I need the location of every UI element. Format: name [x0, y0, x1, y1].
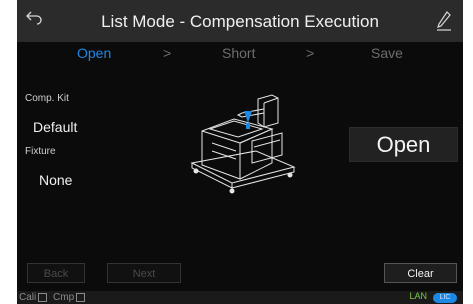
status-bar: Cali Cmp LAN LIC	[17, 291, 463, 304]
fixture-label: Fixture	[25, 146, 56, 157]
back-button[interactable]: Back	[27, 263, 85, 283]
step-open: Open	[77, 45, 112, 61]
page-title: List Mode - Compensation Execution	[101, 12, 379, 31]
step-separator: >	[306, 45, 315, 61]
fixture-device-icon	[190, 94, 296, 194]
fixture-value[interactable]: None	[39, 172, 72, 188]
cmp-label: Cmp	[53, 292, 75, 303]
license-badge: LIC	[433, 293, 457, 303]
clear-button[interactable]: Clear	[384, 263, 457, 283]
step-separator: >	[163, 45, 172, 61]
lan-status: LAN	[409, 291, 427, 301]
status-checkboxes: Cali Cmp	[19, 292, 88, 303]
step-short: Short	[222, 45, 256, 61]
next-button[interactable]: Next	[107, 263, 181, 283]
comp-kit-label: Comp. Kit	[25, 93, 69, 104]
step-indicator: Open > Short > Save	[17, 42, 463, 66]
pen-icon[interactable]	[435, 10, 453, 32]
cali-checkbox[interactable]	[38, 292, 48, 302]
cali-label: Cali	[19, 292, 37, 303]
open-button[interactable]: Open	[349, 127, 458, 162]
screen: List Mode - Compensation Execution Open …	[17, 0, 463, 304]
comp-kit-value[interactable]: Default	[33, 119, 77, 135]
cmp-checkbox[interactable]	[76, 292, 86, 302]
step-save: Save	[371, 45, 403, 61]
title-bar: List Mode - Compensation Execution	[17, 0, 463, 42]
